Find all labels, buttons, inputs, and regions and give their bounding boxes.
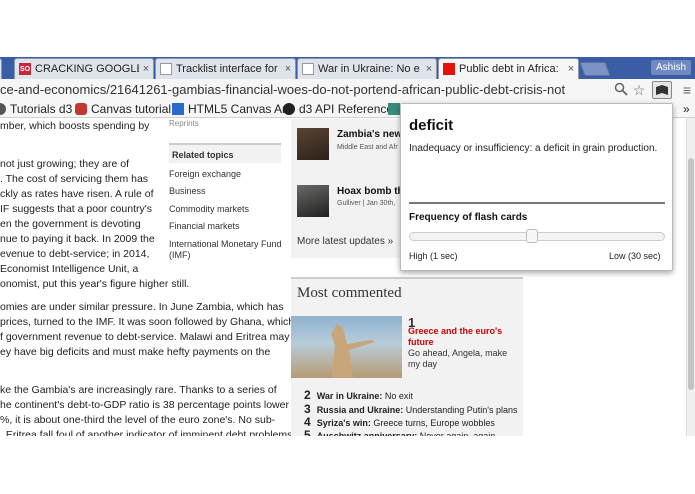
doc-icon	[302, 63, 314, 75]
statue-image	[331, 324, 375, 378]
html5-icon	[172, 103, 184, 115]
bookmark-label: d3 API Reference	[299, 102, 394, 116]
mdn-icon	[75, 103, 87, 115]
article-line: omies are under similar pressure. In Jun…	[0, 301, 284, 313]
search-icon[interactable]	[613, 82, 629, 98]
flashcard-definition: Inadequacy or insufficiency: a deficit i…	[409, 143, 658, 154]
book-icon	[656, 85, 668, 95]
tab-title: CRACKING GOOGLE S	[35, 63, 139, 75]
most-commented-row[interactable]: 4 Syriza's win: Greece turns, Europe wobb…	[304, 415, 495, 429]
economist-icon	[443, 63, 455, 75]
bookmark-d3-api[interactable]: d3 API Reference	[283, 101, 393, 117]
article-line: . The cost of servicing them has	[0, 173, 149, 185]
frequency-slider-thumb[interactable]	[526, 229, 538, 243]
star-icon[interactable]: ☆	[631, 82, 647, 98]
article-line: he continent's debt-to-GDP ratio is 38 p…	[0, 399, 289, 411]
tab-tracklist[interactable]: Tracklist interface for ×	[155, 58, 296, 79]
menu-icon[interactable]: ≡	[679, 82, 695, 98]
related-topics-header: Related topics	[169, 143, 281, 163]
tab-partial[interactable]: ×	[0, 58, 2, 79]
rank-number: 2	[304, 388, 311, 402]
most-commented-row[interactable]: 2 War in Ukraine: No exit	[304, 388, 413, 402]
doc-icon	[160, 63, 172, 75]
reprints-link[interactable]: Reprints	[169, 119, 199, 128]
topic-link[interactable]: Financial markets	[169, 221, 240, 231]
topic-link[interactable]: Commodity markets	[169, 204, 249, 214]
bookmark-tutorials-d3[interactable]: Tutorials d3	[0, 101, 72, 117]
world-icon	[0, 103, 6, 115]
row-sub: Understanding Putin's plans	[403, 405, 518, 415]
most-commented-subtitle: Go ahead, Angela, make my day	[408, 348, 508, 369]
bookmarks-more-button[interactable]: »	[683, 101, 690, 117]
bookmark-icon	[388, 103, 400, 115]
tab-title: War in Ukraine: No e	[318, 63, 420, 75]
user-profile-button[interactable]: Ashish	[651, 60, 692, 75]
close-icon[interactable]: ×	[0, 63, 1, 75]
article-line: mber, which boosts spending by	[0, 120, 150, 132]
news-headline[interactable]: Zambia's new l	[337, 129, 408, 140]
article-line: ey have big deficits and must make hefty…	[0, 346, 271, 358]
article-line: Economist Intelligence Unit, a	[0, 263, 139, 275]
news-meta: Gulliver | Jan 30th,	[337, 200, 396, 207]
rank-number: 3	[304, 402, 311, 416]
row-headline: Syriza's win:	[316, 418, 371, 428]
bookmark-canvas-tutorial[interactable]: Canvas tutorial	[75, 101, 171, 117]
most-commented-link[interactable]: Greece and the euro's future	[408, 326, 518, 348]
close-icon[interactable]: ×	[281, 63, 295, 75]
topic-link[interactable]: Foreign exchange	[169, 169, 241, 179]
tab-cracking-google[interactable]: SO CRACKING GOOGLE S ×	[14, 58, 154, 79]
slider-min-label: High (1 sec)	[409, 251, 458, 261]
article-line: IF suggests that a poor country's	[0, 203, 152, 215]
news-thumbnail[interactable]	[297, 185, 329, 217]
article-line: %, it is about one-third the level of th…	[0, 414, 276, 426]
article-line: f government revenue to debt-service. Ma…	[0, 331, 290, 343]
article-line: onomist, put this year's figure higher s…	[0, 278, 190, 290]
topic-link[interactable]: International Monetary Fund	[169, 239, 282, 249]
article-line: evenue to debt-service; in 2014,	[0, 248, 150, 260]
close-icon[interactable]: ×	[422, 63, 436, 75]
row-sub: No exit	[382, 391, 413, 401]
news-headline[interactable]: Hoax bomb thr	[337, 186, 408, 197]
close-icon[interactable]: ×	[564, 63, 578, 75]
tab-war-in-ukraine[interactable]: War in Ukraine: No e ×	[297, 58, 437, 79]
slider-max-label: Low (30 sec)	[609, 251, 661, 261]
article-line: nue to paying it back. In 2009 the	[0, 233, 155, 245]
most-commented-row[interactable]: 3 Russia and Ukraine: Understanding Putin…	[304, 402, 518, 416]
close-icon[interactable]: ×	[139, 63, 153, 75]
article-line: ke the Gambia's are increasingly rare. T…	[0, 384, 277, 396]
most-commented-image[interactable]	[291, 316, 402, 378]
github-icon	[283, 103, 295, 115]
tab-title: Tracklist interface for	[176, 63, 278, 75]
article-line: prices, turned to the IMF. It was soon f…	[0, 316, 295, 328]
rank-number: 4	[304, 415, 311, 429]
row-headline: War in Ukraine:	[316, 391, 383, 401]
new-tab-button[interactable]	[579, 62, 611, 76]
most-commented-title: Most commented	[297, 285, 402, 301]
topic-link[interactable]: Business	[169, 186, 206, 196]
news-meta: Middle East and Afr	[337, 144, 398, 151]
frequency-label: Frequency of flash cards	[409, 212, 528, 223]
scrollbar-thumb[interactable]	[688, 158, 694, 390]
bookmark-label: Canvas tutorial	[91, 102, 172, 116]
row-sub: Greece turns, Europe wobbles	[370, 418, 495, 428]
browser-window: × SO CRACKING GOOGLE S × Tracklist inter…	[0, 0, 695, 494]
article-line: en the government is devoting	[0, 218, 141, 230]
topic-link[interactable]: (IMF)	[169, 250, 191, 260]
article-line: ckly as rates have risen. A rule of	[0, 188, 154, 200]
bookmark-label: HTML5 Canvas Ani	[188, 102, 292, 116]
tab-title: Public debt in Africa:	[459, 63, 559, 75]
bookmark-label: Tutorials d3	[10, 102, 73, 116]
page-bottom-area	[0, 436, 695, 494]
more-updates-link[interactable]: More latest updates »	[297, 236, 393, 247]
bookmark-html5-canvas[interactable]: HTML5 Canvas Ani	[172, 101, 291, 117]
article-line: not just growing; they are of	[0, 158, 129, 170]
flashcard-extension-button[interactable]	[652, 81, 672, 99]
tab-public-debt[interactable]: Public debt in Africa: ×	[438, 58, 579, 79]
popup-divider	[409, 202, 665, 204]
so-icon: SO	[19, 63, 31, 75]
url-bar[interactable]: ce-and-economics/21641261-gambias-financ…	[0, 81, 565, 98]
row-headline: Russia and Ukraine:	[316, 405, 404, 415]
news-thumbnail[interactable]	[297, 128, 329, 160]
flashcard-word: deficit	[409, 117, 454, 134]
